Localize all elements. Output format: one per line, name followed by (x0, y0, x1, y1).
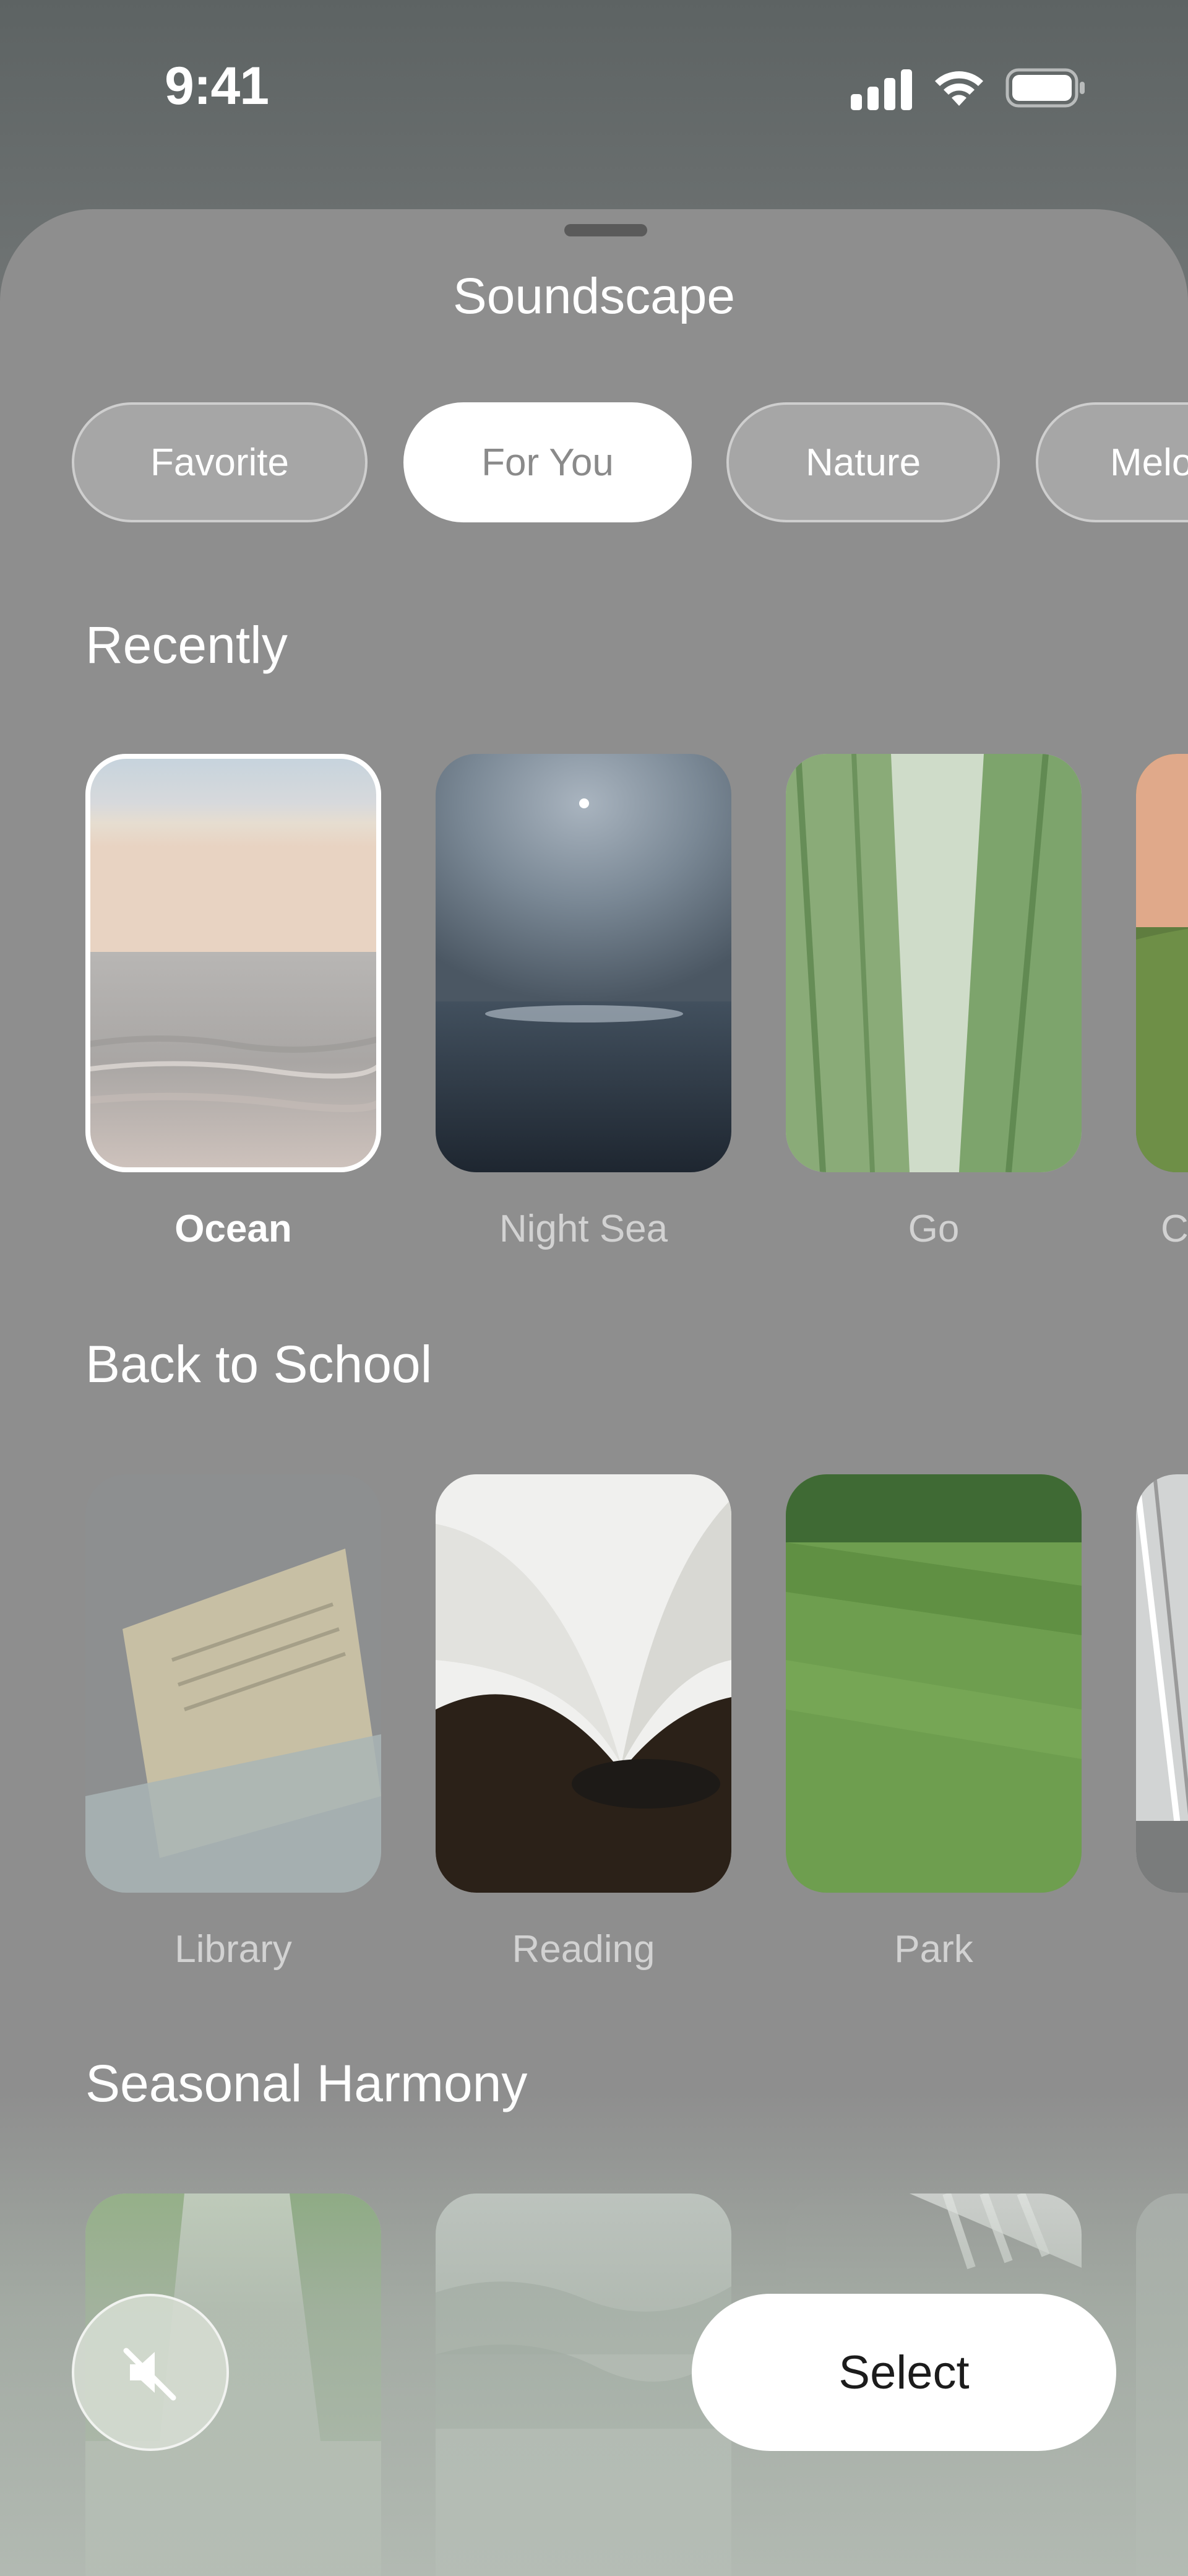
card-ocean[interactable] (85, 754, 381, 1172)
card-partial-1[interactable] (1136, 754, 1188, 1172)
tab-melody[interactable]: Melo (1036, 402, 1188, 522)
card-reading[interactable] (436, 1474, 731, 1893)
reading-image (436, 1474, 731, 1893)
section-title-back-to-school: Back to School (85, 1335, 433, 1393)
sheet-grabber[interactable] (564, 224, 647, 236)
bamboo-image (786, 754, 1082, 1172)
card-partial-2[interactable] (1136, 1474, 1188, 1893)
mute-button[interactable] (72, 2294, 229, 2451)
night-sea-image (436, 754, 731, 1172)
ocean-image (85, 754, 381, 1172)
category-tabs: Favorite For You Nature Melo (0, 402, 1188, 526)
card-park[interactable] (786, 1474, 1082, 1893)
card-go[interactable] (786, 754, 1082, 1172)
section-title-recently: Recently (85, 616, 288, 674)
station-image (1136, 1474, 1188, 1893)
card-label-reading: Reading (512, 1928, 655, 1971)
card-label-partial-1: C (1161, 1208, 1188, 1250)
signal-icon (851, 69, 913, 110)
card-library[interactable] (85, 1474, 381, 1893)
card-label-park: Park (894, 1928, 973, 1971)
card-label-library: Library (174, 1928, 292, 1971)
battery-icon (1005, 68, 1085, 108)
card-label-night-sea: Night Sea (499, 1208, 668, 1250)
library-image (85, 1474, 381, 1893)
card-label-go: Go (908, 1208, 960, 1250)
card-label-ocean: Ocean (174, 1208, 292, 1250)
park-image (786, 1474, 1082, 1893)
sheet-title: Soundscape (453, 268, 735, 324)
speaker-muted-icon (123, 2348, 176, 2401)
tab-nature[interactable]: Nature (726, 402, 1000, 522)
card-night-sea[interactable] (436, 754, 731, 1172)
status-time: 9:41 (165, 56, 269, 116)
wifi-icon (935, 71, 983, 106)
hills-image (1136, 754, 1188, 1172)
status-bar: 9:41 (0, 0, 1188, 179)
tab-favorite[interactable]: Favorite (72, 402, 368, 522)
select-button[interactable]: Select (692, 2294, 1116, 2451)
tab-for-you[interactable]: For You (403, 402, 692, 522)
